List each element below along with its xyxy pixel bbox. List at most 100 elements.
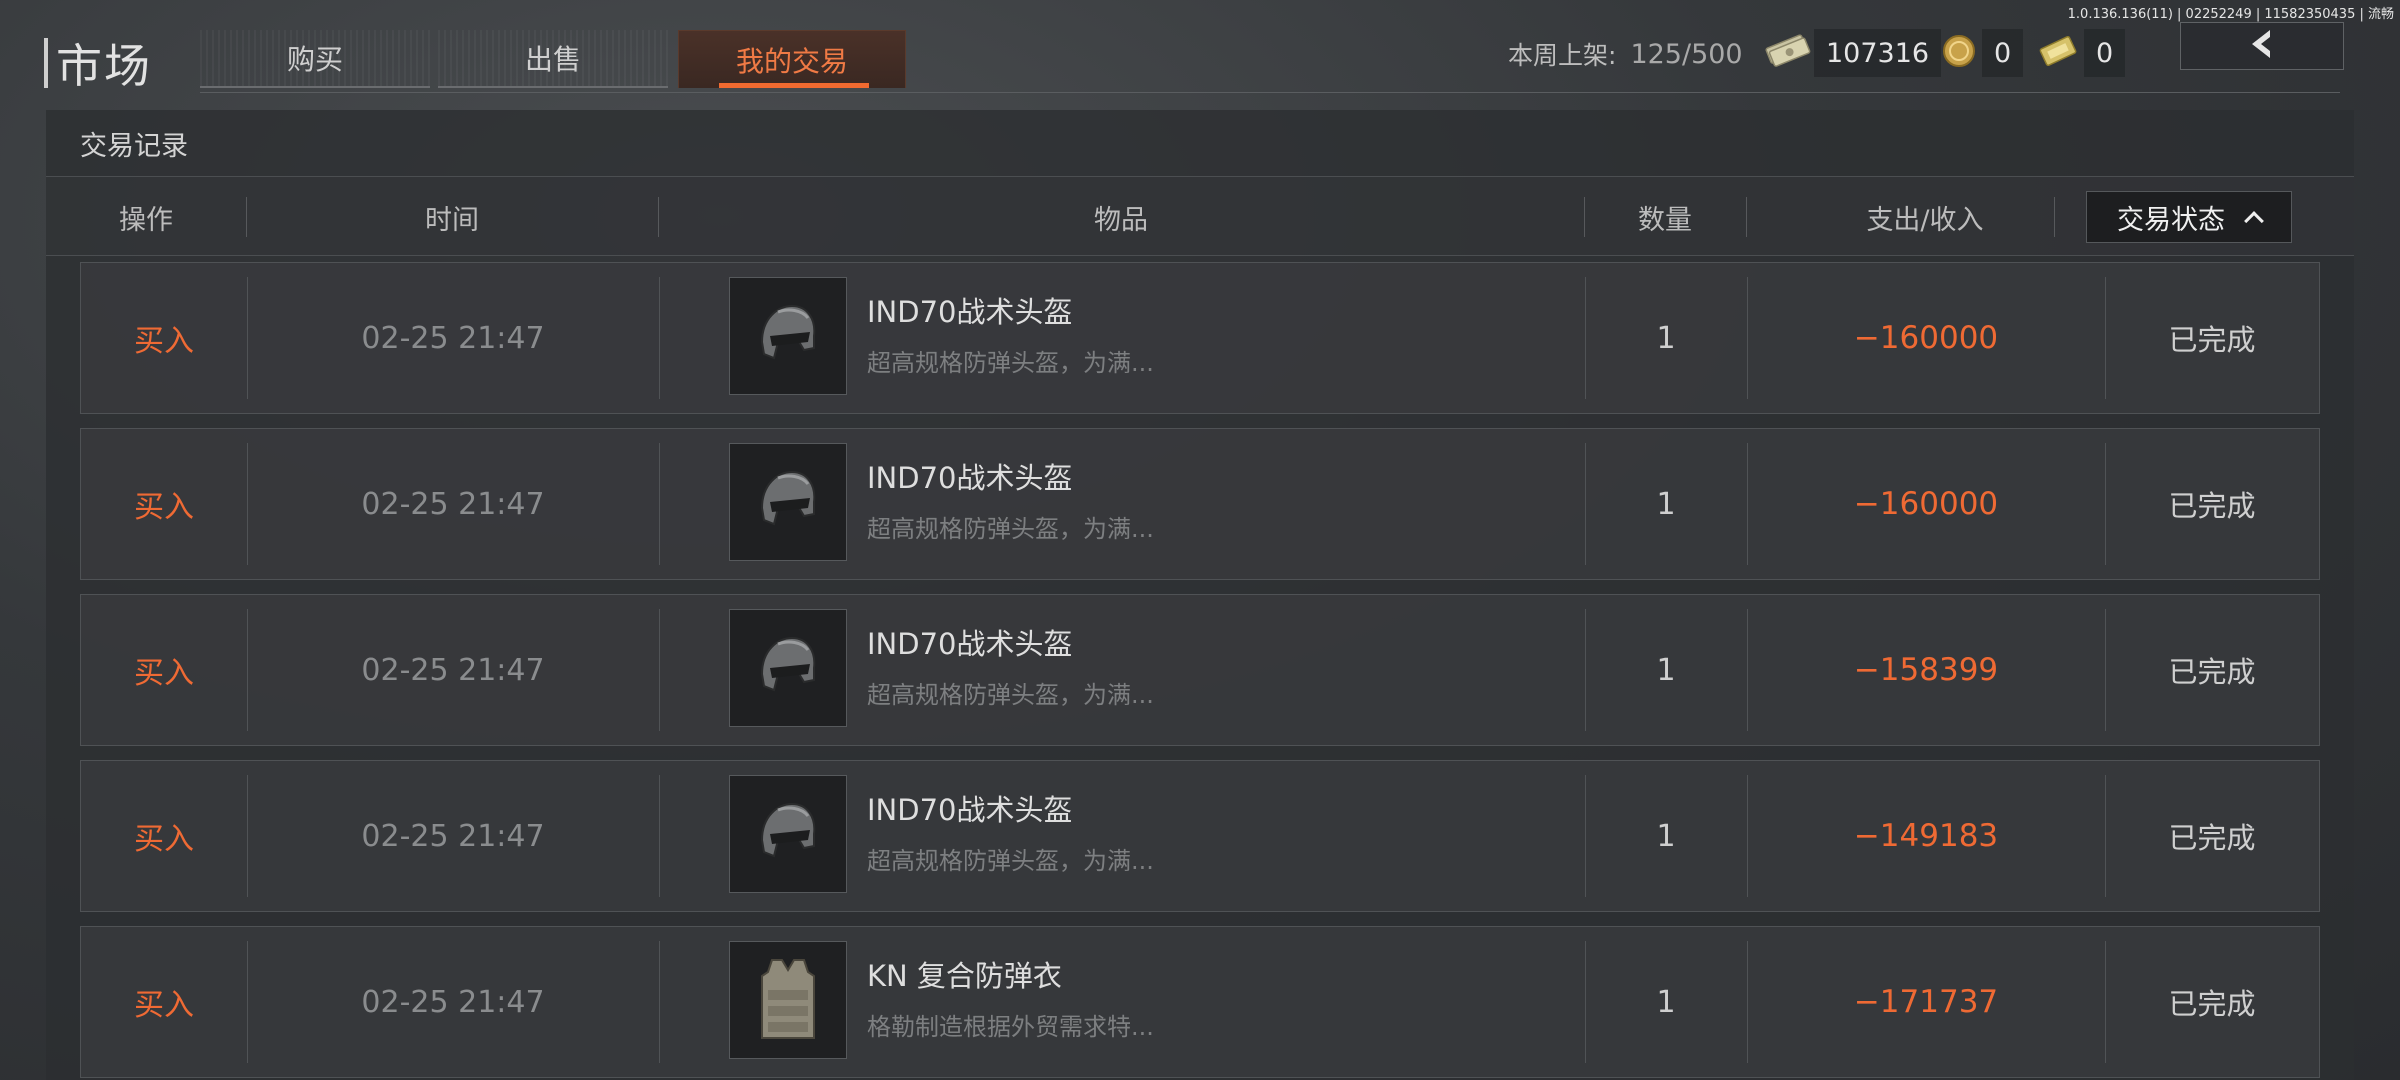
cash-value: 107316 [1814, 29, 1942, 77]
time-text: 02-25 21:47 [361, 652, 545, 688]
column-operation: 操作 [119, 204, 173, 236]
row-operation: 买入 [81, 761, 247, 911]
row-time: 02-25 21:47 [247, 429, 659, 579]
tab-buy[interactable]: 购买 [200, 30, 430, 88]
tab-buy-label: 购买 [286, 43, 343, 76]
chevron-up-icon [2244, 211, 2264, 231]
row-amount: −149183 [1747, 761, 2105, 911]
operation-text: 买入 [134, 988, 194, 1023]
row-time: 02-25 21:47 [247, 927, 659, 1077]
helmet-icon [729, 277, 847, 395]
operation-text: 买入 [134, 490, 194, 525]
amount-text: −149183 [1853, 818, 1999, 854]
item-name: IND70战术头盔 [867, 461, 1073, 495]
table-row[interactable]: 买入 02-25 21:47 IND70战术头盔 超高规格防弹头盔，为满... … [80, 428, 2320, 580]
row-time: 02-25 21:47 [247, 595, 659, 745]
table-row[interactable]: 买入 02-25 21:47 IND70战术头盔 超高规格防弹头盔，为满... … [80, 760, 2320, 912]
row-amount: −171737 [1747, 927, 2105, 1077]
tab-sell-label: 出售 [524, 43, 581, 76]
coin-value: 0 [1982, 29, 2024, 77]
item-name: IND70战术头盔 [867, 793, 1073, 827]
page-title: 市场 [56, 39, 152, 93]
row-amount: −160000 [1747, 263, 2105, 413]
row-divider [659, 941, 660, 1063]
row-quantity: 1 [1585, 761, 1747, 911]
currency-coin: 0 [1940, 28, 2024, 78]
row-status: 已完成 [2105, 595, 2319, 745]
row-quantity: 1 [1585, 429, 1747, 579]
column-divider [2054, 197, 2055, 237]
currency-cash: 107316 [1762, 28, 1942, 78]
item-name: IND70战术头盔 [867, 295, 1073, 329]
time-text: 02-25 21:47 [361, 320, 545, 356]
quantity-text: 1 [1656, 984, 1676, 1020]
back-button[interactable] [2180, 22, 2344, 70]
column-amount: 支出/收入 [1866, 204, 1984, 236]
row-divider [659, 277, 660, 399]
tab-sell[interactable]: 出售 [438, 30, 668, 88]
trade-records-panel: 交易记录 操作 时间 物品 数量 支出/收入 交易状态 买入 02-25 21:… [46, 110, 2354, 1080]
title-accent-bar [44, 38, 48, 88]
item-name: KN 复合防弹衣 [867, 959, 1062, 993]
row-status: 已完成 [2105, 761, 2319, 911]
row-status: 已完成 [2105, 429, 2319, 579]
amount-text: −171737 [1853, 984, 1999, 1020]
row-status: 已完成 [2105, 263, 2319, 413]
currency-voucher: 0 [2036, 28, 2126, 78]
tab-my-trades-label: 我的交易 [735, 44, 848, 78]
weekly-listing-stat: 本周上架: 125/500 [1508, 36, 1743, 72]
chevron-left-icon [2242, 27, 2282, 65]
row-quantity: 1 [1585, 595, 1747, 745]
table-row[interactable]: 买入 02-25 21:47 KN 复合防弹衣 格勒制造根据外贸需求特... 1… [80, 926, 2320, 1078]
quantity-text: 1 [1656, 818, 1676, 854]
status-filter-dropdown[interactable]: 交易状态 [2086, 191, 2292, 243]
row-operation: 买入 [81, 595, 247, 745]
column-item: 物品 [1094, 204, 1148, 236]
cash-bundle-icon [1762, 31, 1812, 75]
row-operation: 买入 [81, 927, 247, 1077]
status-text: 已完成 [2168, 655, 2256, 689]
helmet-icon [729, 775, 847, 893]
row-divider [659, 443, 660, 565]
operation-text: 买入 [134, 324, 194, 359]
quantity-text: 1 [1656, 320, 1676, 356]
amount-text: −160000 [1853, 320, 1999, 356]
item-description: 超高规格防弹头盔，为满... [867, 515, 1154, 543]
helmet-icon [729, 609, 847, 727]
amount-text: −160000 [1853, 486, 1999, 522]
row-operation: 买入 [81, 263, 247, 413]
time-text: 02-25 21:47 [361, 486, 545, 522]
item-name: IND70战术头盔 [867, 627, 1073, 661]
status-text: 已完成 [2168, 987, 2256, 1021]
column-time: 时间 [425, 204, 479, 236]
row-status: 已完成 [2105, 927, 2319, 1077]
row-quantity: 1 [1585, 263, 1747, 413]
table-row[interactable]: 买入 02-25 21:47 IND70战术头盔 超高规格防弹头盔，为满... … [80, 594, 2320, 746]
helmet-icon [729, 443, 847, 561]
row-operation: 买入 [81, 429, 247, 579]
tab-my-trades[interactable]: 我的交易 [678, 30, 906, 88]
gold-coin-icon [1940, 32, 1978, 74]
row-amount: −158399 [1747, 595, 2105, 745]
status-text: 已完成 [2168, 323, 2256, 357]
item-description: 格勒制造根据外贸需求特... [867, 1013, 1154, 1041]
weekly-listing-value: 125/500 [1630, 38, 1743, 70]
column-quantity: 数量 [1638, 204, 1692, 236]
weekly-listing-label: 本周上架: [1508, 41, 1617, 70]
row-divider [659, 775, 660, 897]
body-armor-icon [729, 941, 847, 1059]
status-filter-label: 交易状态 [2117, 204, 2225, 236]
row-quantity: 1 [1585, 927, 1747, 1077]
table-row[interactable]: 买入 02-25 21:47 IND70战术头盔 超高规格防弹头盔，为满... … [80, 262, 2320, 414]
item-description: 超高规格防弹头盔，为满... [867, 681, 1154, 709]
operation-text: 买入 [134, 656, 194, 691]
row-time: 02-25 21:47 [247, 761, 659, 911]
voucher-value: 0 [2084, 29, 2126, 77]
header-divider [200, 92, 2340, 93]
page-title-wrap: 市场 [44, 36, 152, 93]
quantity-text: 1 [1656, 652, 1676, 688]
item-description: 超高规格防弹头盔，为满... [867, 349, 1154, 377]
status-text: 已完成 [2168, 821, 2256, 855]
row-amount: −160000 [1747, 429, 2105, 579]
panel-title: 交易记录 [80, 131, 188, 162]
